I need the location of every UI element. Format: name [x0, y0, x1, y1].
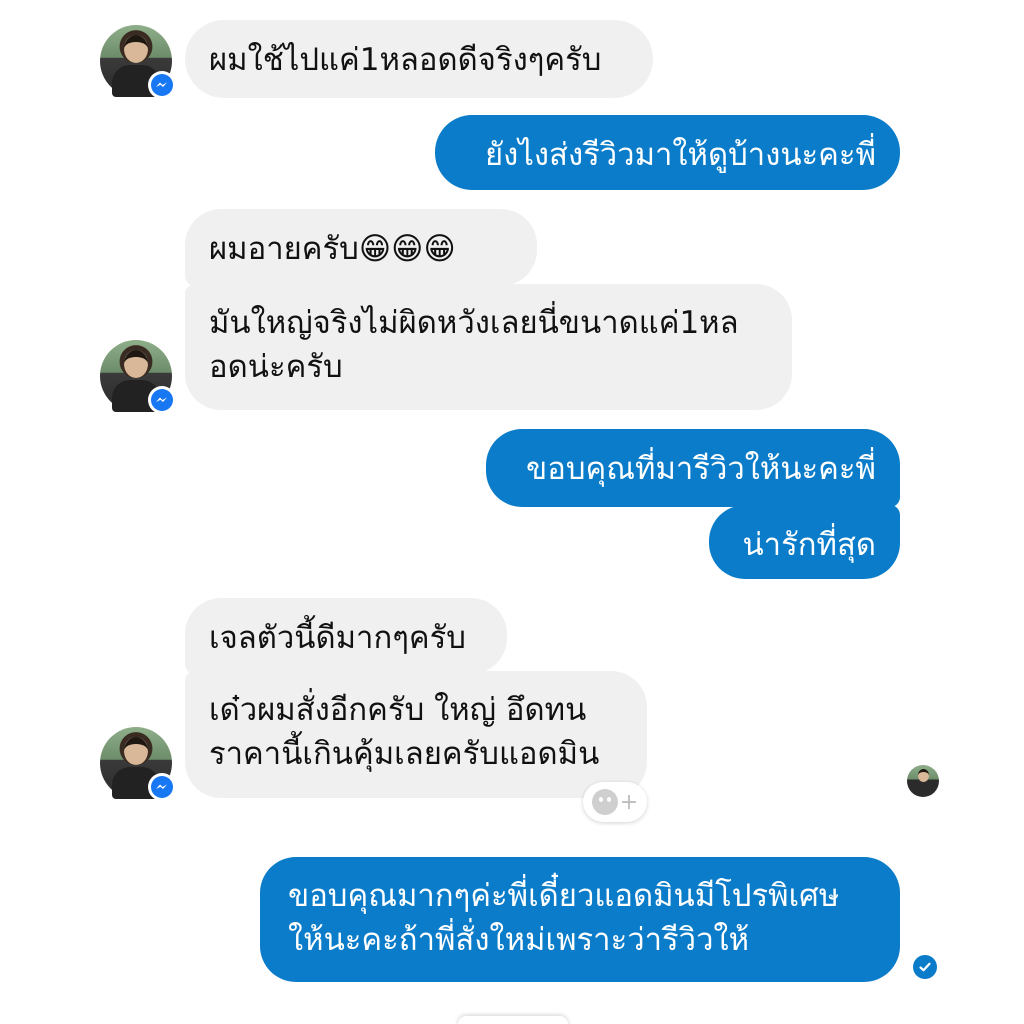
- messenger-icon: [148, 386, 176, 414]
- sender-avatar[interactable]: [100, 727, 176, 801]
- message-text: ผมใช้ไปแค่1หลอดดีจริงๆครับ: [209, 42, 602, 78]
- add-reaction-icon: [591, 789, 618, 815]
- message-bubble-outgoing[interactable]: น่ารักที่สุด: [709, 505, 900, 579]
- seen-avatar: [907, 765, 939, 797]
- message-bubble-incoming[interactable]: เจลตัวนี้ดีมากๆครับ: [185, 598, 507, 674]
- sender-avatar[interactable]: [100, 25, 176, 99]
- message-line: เด๋วผมสั่งอีกครับ ใหญ่ อึดทน: [209, 692, 587, 728]
- message-line: มันใหญ่จริงไม่ผิดหวังเลยนี่ขนาดแค่1หล: [209, 305, 739, 341]
- message-text: ผมอายครับ😁😁😁: [209, 231, 456, 267]
- message-text: น่ารักที่สุด: [742, 527, 876, 563]
- message-line: ขอบคุณมากๆค่ะพี่เดี๋ยวแอดมินมีโปรพิเศษ: [288, 878, 840, 914]
- avatar-face: [124, 350, 148, 378]
- messenger-icon: [148, 773, 176, 801]
- messenger-icon: [148, 71, 176, 99]
- composer-edge: [458, 1016, 568, 1024]
- message-bubble-incoming[interactable]: ผมอายครับ😁😁😁: [185, 209, 537, 286]
- message-line: ราคานี้เกินคุ้มเลยครับแอดมิน: [209, 736, 600, 772]
- avatar-face: [124, 35, 148, 63]
- add-reaction-button[interactable]: +: [583, 782, 647, 822]
- add-reaction-plus: +: [619, 789, 639, 815]
- sender-avatar[interactable]: [100, 340, 176, 414]
- message-bubble-incoming[interactable]: มันใหญ่จริงไม่ผิดหวังเลยนี่ขนาดแค่1หล อด…: [185, 284, 792, 410]
- seen-avatar-face: [918, 769, 929, 782]
- message-text: เจลตัวนี้ดีมากๆครับ: [209, 620, 466, 656]
- message-bubble-incoming[interactable]: ผมใช้ไปแค่1หลอดดีจริงๆครับ: [185, 20, 653, 98]
- message-text: ยังไงส่งรีวิวมาให้ดูบ้างนะคะพี่: [485, 137, 876, 173]
- message-bubble-outgoing[interactable]: ขอบคุณที่มารีวิวให้นะคะพี่: [486, 429, 900, 507]
- message-bubble-outgoing[interactable]: ขอบคุณมากๆค่ะพี่เดี๋ยวแอดมินมีโปรพิเศษ ใ…: [260, 857, 900, 982]
- message-line: อดน่ะครับ: [209, 349, 343, 385]
- message-line: ให้นะคะถ้าพี่สั่งใหม่เพราะว่ารีวิวให้: [288, 922, 750, 958]
- check-circle-icon: [913, 955, 937, 979]
- message-bubble-outgoing[interactable]: ยังไงส่งรีวิวมาให้ดูบ้างนะคะพี่: [435, 115, 900, 190]
- message-text: ขอบคุณที่มารีวิวให้นะคะพี่: [526, 451, 876, 487]
- avatar-face: [124, 737, 148, 765]
- message-bubble-incoming[interactable]: เด๋วผมสั่งอีกครับ ใหญ่ อึดทน ราคานี้เกิน…: [185, 671, 647, 798]
